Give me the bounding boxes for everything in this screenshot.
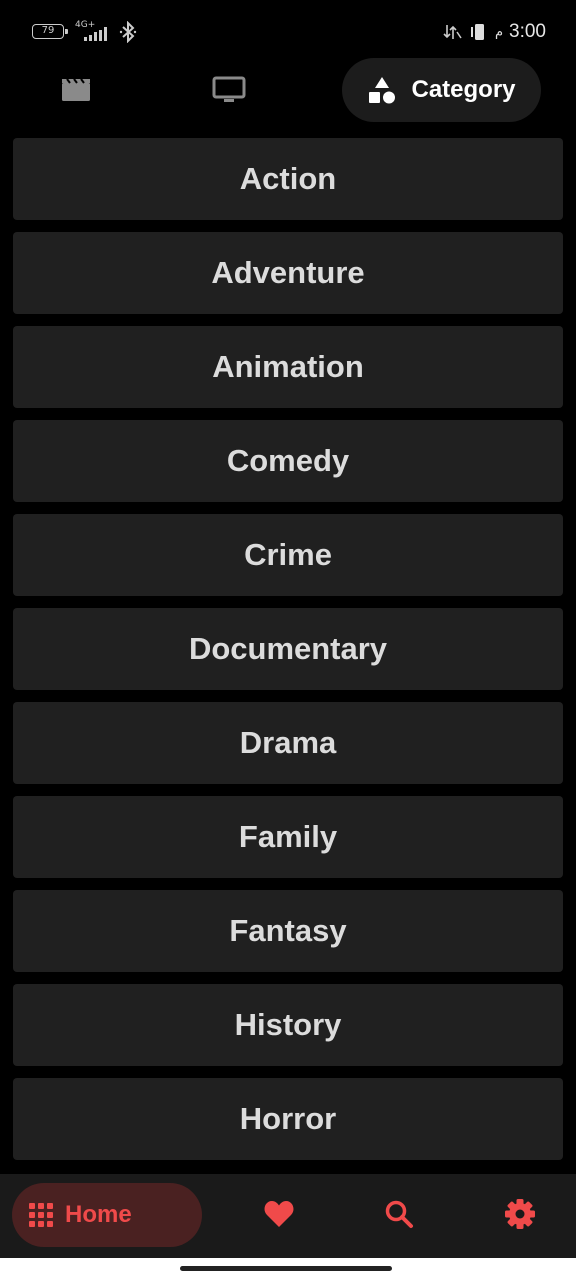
category-label: Crime	[244, 537, 332, 572]
tv-icon	[212, 76, 246, 102]
category-label: Comedy	[226, 443, 350, 478]
gear-icon	[505, 1199, 535, 1229]
category-label: History	[234, 1007, 342, 1042]
bottom-nav: Home	[0, 1174, 576, 1258]
nav-home-label: Home	[65, 1201, 132, 1228]
am-pm-indicator: م	[494, 24, 504, 40]
tab-category-label: Category	[411, 76, 516, 103]
clapperboard-icon	[62, 78, 90, 101]
category-label: Fantasy	[229, 913, 347, 948]
category-label: Drama	[239, 725, 337, 760]
bluetooth-icon	[119, 21, 137, 43]
category-item-history[interactable]: History	[13, 984, 563, 1066]
category-item-documentary[interactable]: Documentary	[13, 608, 563, 690]
nav-search-button[interactable]	[381, 1196, 417, 1232]
category-label: Horror	[239, 1101, 337, 1136]
signal-icon	[84, 27, 112, 41]
category-item-comedy[interactable]: Comedy	[13, 420, 563, 502]
category-label: Adventure	[211, 255, 365, 290]
category-item-family[interactable]: Family	[13, 796, 563, 878]
category-item-adventure[interactable]: Adventure	[13, 232, 563, 314]
clock: 3:00	[509, 21, 546, 42]
category-item-drama[interactable]: Drama	[13, 702, 563, 784]
phone-vibrate-icon	[470, 24, 484, 40]
category-item-horror[interactable]: Horror	[13, 1078, 563, 1160]
category-list: Action Adventure Animation Comedy Crime …	[13, 138, 563, 1172]
battery-icon: 79	[32, 24, 68, 39]
category-shapes-icon	[369, 77, 396, 104]
heart-icon	[264, 1201, 294, 1227]
data-transfer-icon	[443, 25, 462, 39]
category-item-crime[interactable]: Crime	[13, 514, 563, 596]
category-item-fantasy[interactable]: Fantasy	[13, 890, 563, 972]
tab-tv[interactable]	[199, 58, 259, 122]
gesture-area	[0, 1258, 576, 1280]
battery-level: 79	[41, 25, 55, 36]
category-label: Action	[239, 161, 337, 196]
top-tabs: Category	[0, 58, 576, 124]
gesture-handle[interactable]	[180, 1266, 392, 1271]
nav-favorites-button[interactable]	[261, 1196, 297, 1232]
category-item-action[interactable]: Action	[13, 138, 563, 220]
category-item-animation[interactable]: Animation	[13, 326, 563, 408]
search-icon	[385, 1200, 413, 1228]
tab-category[interactable]: Category	[342, 58, 541, 122]
nav-settings-button[interactable]	[502, 1196, 538, 1232]
category-label: Family	[238, 819, 338, 854]
tab-movies[interactable]	[46, 58, 106, 122]
category-label: Animation	[212, 349, 364, 384]
grid-icon	[29, 1203, 53, 1227]
category-label: Documentary	[188, 631, 388, 666]
nav-home-button[interactable]: Home	[12, 1183, 202, 1247]
status-bar: 79 4G+ م 3:00	[0, 0, 576, 60]
